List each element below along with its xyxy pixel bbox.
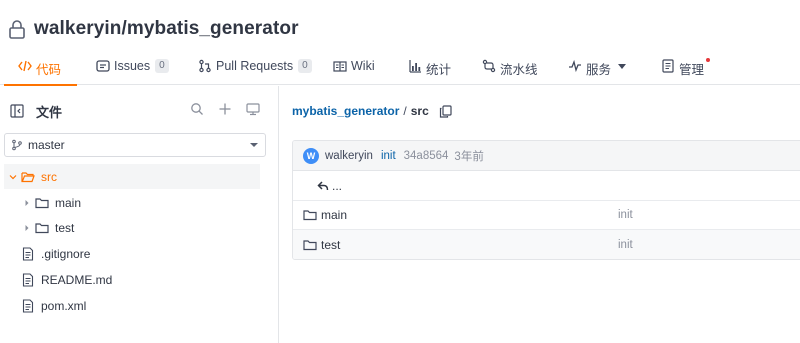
file-tree-title: 文件: [36, 104, 63, 120]
file-icon: [21, 298, 35, 313]
file-icon: [21, 272, 35, 287]
tab-label: Issues: [114, 59, 151, 73]
commit-hash[interactable]: 34a8564: [404, 150, 449, 162]
file-tree-actions: [190, 102, 260, 116]
tree-item-label: test: [55, 220, 75, 235]
commit-time: 3年前: [454, 150, 484, 163]
chevron-down-icon: [618, 64, 627, 69]
breadcrumb-current: src: [410, 104, 429, 118]
search-icon[interactable]: [190, 102, 204, 116]
breadcrumb-separator: /: [403, 104, 407, 118]
chevron-down-icon: [250, 143, 258, 147]
chevron-down-icon[interactable]: [9, 173, 17, 181]
file-listing: W walkeryin init 34a8564 3年前 ... main in…: [292, 140, 800, 260]
folder-icon: [303, 238, 317, 252]
table-row[interactable]: main init: [293, 200, 800, 230]
notification-dot: [706, 58, 711, 62]
lock-icon: [8, 19, 26, 39]
issues-count-badge: 0: [155, 59, 169, 73]
branch-name: master: [28, 138, 65, 152]
avatar[interactable]: W: [303, 147, 319, 164]
latest-commit-bar: W walkeryin init 34a8564 3年前: [293, 141, 800, 171]
tab-label: Wiki: [351, 59, 375, 73]
issues-icon: [96, 59, 110, 73]
tab-label: 管理: [679, 63, 705, 77]
pull-requests-count-badge: 0: [298, 59, 312, 73]
tree-item-src[interactable]: src: [4, 164, 260, 189]
parent-directory-row[interactable]: ...: [293, 171, 800, 201]
chevron-right-icon[interactable]: [23, 199, 31, 207]
parent-directory-label: ...: [332, 178, 343, 193]
tab-label: 代码: [36, 63, 62, 77]
tree-item-label: src: [41, 169, 57, 184]
tab-label: Pull Requests: [216, 59, 294, 73]
breadcrumb: mybatis_generator / src: [292, 104, 452, 118]
tree-item-label: README.md: [41, 272, 113, 287]
file-tree-panel: 文件 master src main test .gitignore READM…: [0, 86, 279, 343]
folder-icon: [303, 208, 317, 222]
stats-icon: [408, 59, 422, 73]
repo-tabs: 代码 Issues 0 Pull Requests 0 Wiki 统计 流水线 …: [0, 54, 800, 86]
folder-open-icon: [21, 170, 35, 184]
pull-request-icon: [198, 59, 212, 73]
tree-item-test[interactable]: test: [4, 215, 260, 240]
tab-label: 统计: [426, 63, 452, 77]
repo-name[interactable]: walkeryin/mybatis_generator: [34, 18, 299, 40]
file-name-link[interactable]: main: [321, 208, 347, 222]
tree-item-pom[interactable]: pom.xml: [4, 293, 260, 318]
add-icon[interactable]: [218, 102, 232, 116]
folder-icon: [35, 196, 49, 210]
tab-pipeline[interactable]: 流水线: [482, 54, 538, 85]
wiki-icon: [333, 59, 347, 73]
tab-issues[interactable]: Issues 0: [96, 54, 169, 85]
tree-item-label: .gitignore: [41, 246, 91, 261]
back-arrow-icon: [317, 180, 329, 192]
tab-manage[interactable]: 管理: [661, 54, 711, 85]
breadcrumb-repo-link[interactable]: mybatis_generator: [292, 104, 399, 118]
tab-stats[interactable]: 统计: [408, 54, 451, 85]
table-row[interactable]: test init: [293, 230, 800, 259]
file-name-link[interactable]: test: [321, 238, 340, 252]
file-icon: [21, 246, 35, 261]
tab-wiki[interactable]: Wiki: [333, 54, 375, 85]
file-commit-message[interactable]: init: [618, 239, 633, 251]
tree-item-label: pom.xml: [41, 298, 87, 313]
file-commit-message[interactable]: init: [618, 209, 633, 221]
branch-select[interactable]: master: [4, 133, 266, 157]
tree-item-gitignore[interactable]: .gitignore: [4, 241, 260, 266]
collapse-sidebar-icon[interactable]: [10, 104, 24, 118]
chevron-right-icon[interactable]: [23, 224, 31, 232]
tab-label: 流水线: [500, 63, 538, 77]
tree-item-main[interactable]: main: [4, 190, 260, 215]
tree-item-label: main: [55, 195, 82, 210]
code-icon: [18, 59, 32, 73]
tab-label: 服务: [586, 63, 612, 77]
folder-icon: [35, 221, 49, 235]
pulse-icon: [568, 59, 582, 73]
commit-author[interactable]: walkeryin: [325, 150, 373, 162]
tab-services[interactable]: 服务: [568, 54, 627, 85]
monitor-icon[interactable]: [246, 102, 260, 116]
pipeline-icon: [482, 59, 496, 73]
tab-code[interactable]: 代码: [3, 54, 78, 86]
tab-pull-requests[interactable]: Pull Requests 0: [198, 54, 312, 85]
file-tree-header: 文件: [10, 102, 262, 120]
branch-icon: [11, 139, 23, 151]
tree-item-readme[interactable]: README.md: [4, 267, 260, 292]
commit-message[interactable]: init: [381, 150, 396, 162]
copy-icon[interactable]: [439, 104, 452, 118]
repo-header: walkeryin/mybatis_generator: [8, 14, 299, 44]
manage-icon: [661, 59, 675, 73]
